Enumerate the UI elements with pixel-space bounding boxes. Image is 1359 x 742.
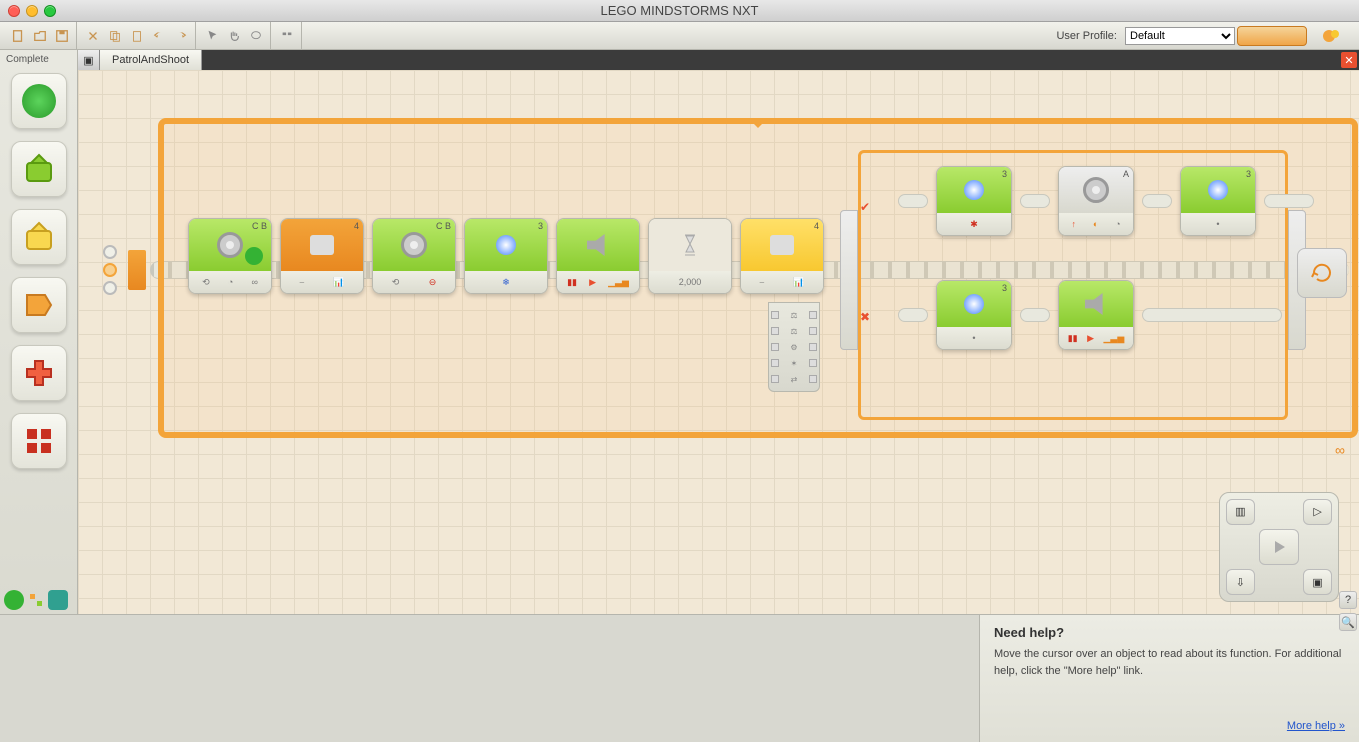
document-tab[interactable]: PatrolAndShoot (100, 50, 202, 70)
controller-nxt-window-button[interactable]: ▣ (1303, 569, 1332, 595)
palette-action[interactable] (11, 141, 67, 197)
palette-heading: Complete (0, 52, 55, 67)
param-icon: ∞ (251, 277, 257, 287)
zoom-button[interactable]: 🔍 (1339, 613, 1357, 631)
param-icon: ⟲ (202, 277, 210, 288)
help-body: Move the cursor over an object to read a… (994, 646, 1345, 679)
close-tab-button[interactable]: ✕ (1341, 52, 1357, 68)
configuration-panel (0, 615, 979, 742)
loop-infinity-icon: ∞ (1335, 442, 1345, 458)
switch-block[interactable]: ✔ ✖ 3 ✱ A ↑◐◔ 3 (858, 150, 1288, 420)
nxt-brick-button[interactable] (1237, 26, 1307, 46)
palette-tab-2[interactable] (26, 590, 46, 610)
redo-button[interactable] (171, 26, 191, 46)
profile-select[interactable]: Default (1125, 27, 1235, 45)
pan-tool-button[interactable] (224, 26, 244, 46)
loop-end-block[interactable] (1297, 248, 1347, 298)
program-canvas[interactable]: C B ⟲◔∞ 4 ⎯📊 C B ⟲⊖ 3 ❄ (78, 70, 1359, 614)
tab-start-icon[interactable]: ▣ (78, 50, 100, 70)
undo-button[interactable] (149, 26, 169, 46)
data-hub[interactable]: ⚖ ⚖ ⚙ ✶ ⇄ (768, 302, 820, 392)
copy-button[interactable] (105, 26, 125, 46)
color-lamp-block-1[interactable]: 3 ❄ (464, 218, 548, 294)
paste-button[interactable] (127, 26, 147, 46)
move-block-2[interactable]: C B ⟲⊖ (372, 218, 456, 294)
main-toolbar: User Profile: Default (0, 22, 1359, 50)
help-panel: Need help? Move the cursor over an objec… (979, 615, 1359, 742)
switch-false-icon: ✖ (860, 310, 874, 324)
palette-advanced[interactable] (11, 413, 67, 469)
param-icon: ◔ (228, 277, 233, 287)
motor-block-true[interactable]: A ↑◐◔ (1058, 166, 1134, 236)
nxt-controller: ▥ ▷ ⇩ ▣ (1219, 492, 1339, 602)
sound-block-1[interactable]: ▮▮▶▁▃▅ (556, 218, 640, 294)
robot-educator-button[interactable] (1317, 26, 1347, 46)
cut-button[interactable] (83, 26, 103, 46)
palette-sensor[interactable] (11, 209, 67, 265)
comment-tool-button[interactable] (246, 26, 266, 46)
blocks-row: C B ⟲◔∞ 4 ⎯📊 C B ⟲⊖ 3 ❄ (188, 218, 824, 294)
switch-true-icon: ✔ (860, 200, 874, 214)
controller-download-run-button[interactable] (1259, 529, 1299, 565)
save-file-button[interactable] (52, 26, 72, 46)
move-block-1[interactable]: C B ⟲◔∞ (188, 218, 272, 294)
main-area: Complete ▣ PatrolAndShoot ✕ (0, 50, 1359, 614)
wait-value: 2,000 (679, 277, 702, 287)
window-titlebar: LEGO MINDSTORMS NXT (0, 0, 1359, 22)
controller-stop-button[interactable]: ⇩ (1226, 569, 1255, 595)
window-title: LEGO MINDSTORMS NXT (0, 3, 1359, 18)
wait-time-block[interactable]: 2,000 (648, 218, 732, 294)
palette-tab-1[interactable] (4, 590, 24, 610)
canvas-wrap: ▣ PatrolAndShoot ✕ C B (78, 50, 1359, 614)
bottom-panel: Need help? Move the cursor over an objec… (0, 614, 1359, 742)
start-block[interactable] (128, 250, 146, 290)
palette-tab-3[interactable] (48, 590, 68, 610)
color-lamp-block-true-2[interactable]: 3 • (1180, 166, 1256, 236)
controller-download-button[interactable]: ▥ (1226, 499, 1255, 525)
switch-left-rail (840, 210, 858, 350)
profile-label: User Profile: (1056, 30, 1117, 42)
switch-true-branch: 3 ✱ A ↑◐◔ 3 • (898, 166, 1314, 236)
help-title: Need help? (994, 625, 1345, 640)
controller-run-selected-button[interactable]: ▷ (1303, 499, 1332, 525)
open-file-button[interactable] (30, 26, 50, 46)
color-lamp-block-false[interactable]: 3 • (936, 280, 1012, 350)
sound-block-false[interactable]: ▮▮▶▁▃▅ (1058, 280, 1134, 350)
block-palette: Complete (0, 50, 78, 614)
palette-flow[interactable] (11, 277, 67, 333)
document-tab-bar: ▣ PatrolAndShoot ✕ (78, 50, 1359, 70)
pointer-tool-button[interactable] (202, 26, 222, 46)
more-help-link[interactable]: More help » (1287, 720, 1345, 732)
ultrasonic-sensor-block[interactable]: 4 ⎯📊 (740, 218, 824, 294)
wait-sensor-block[interactable]: 4 ⎯📊 (280, 218, 364, 294)
color-lamp-block-true-1[interactable]: 3 ✱ (936, 166, 1012, 236)
switch-false-branch: 3 • ▮▮▶▁▃▅ (898, 280, 1282, 350)
palette-common[interactable] (11, 73, 67, 129)
align-button[interactable] (277, 26, 297, 46)
help-toggle-button[interactable]: ? (1339, 591, 1357, 609)
palette-data[interactable] (11, 345, 67, 401)
new-file-button[interactable] (8, 26, 28, 46)
